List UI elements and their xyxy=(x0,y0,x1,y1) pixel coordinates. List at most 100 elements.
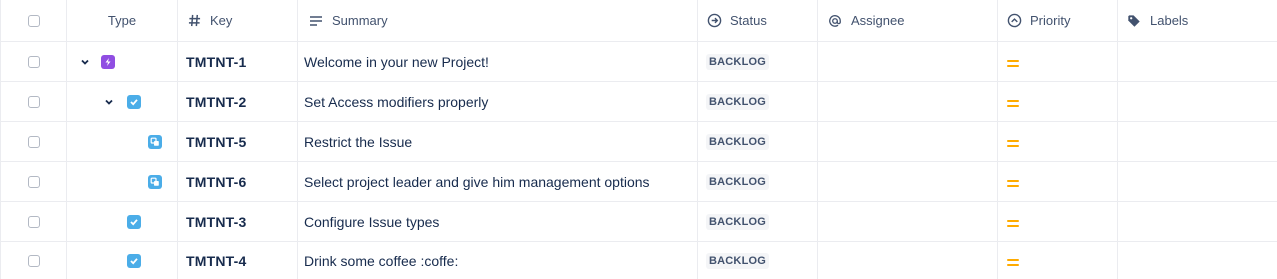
labels-cell[interactable] xyxy=(1118,242,1277,279)
row-select-cell[interactable] xyxy=(1,202,67,241)
assignee-cell[interactable] xyxy=(818,122,998,161)
issue-key[interactable]: TMTNT-6 xyxy=(186,174,247,190)
chevron-down-icon[interactable] xyxy=(78,55,92,69)
priority-medium-icon xyxy=(1007,97,1019,109)
subtask-icon xyxy=(148,134,162,149)
priority-medium-icon xyxy=(1007,137,1019,149)
type-cell xyxy=(67,122,178,161)
summary-cell[interactable]: Set Access modifiers properly xyxy=(298,82,698,121)
text-lines-icon xyxy=(308,13,324,29)
type-cell xyxy=(67,242,178,279)
issue-summary[interactable]: Drink some coffee :coffe: xyxy=(304,253,458,269)
issue-key[interactable]: TMTNT-2 xyxy=(186,94,247,110)
type-cell xyxy=(67,82,178,121)
chevron-down-icon[interactable] xyxy=(102,95,116,109)
issue-summary[interactable]: Set Access modifiers properly xyxy=(304,94,488,110)
summary-cell[interactable]: Configure Issue types xyxy=(298,202,698,241)
priority-cell[interactable] xyxy=(998,162,1118,201)
priority-cell[interactable] xyxy=(998,122,1118,161)
at-sign-icon xyxy=(827,13,843,29)
row-select-cell[interactable] xyxy=(1,242,67,279)
priority-cell[interactable] xyxy=(998,82,1118,121)
task-icon xyxy=(127,253,141,268)
table-row[interactable]: TMTNT-6 Select project leader and give h… xyxy=(1,162,1277,202)
header-priority[interactable]: Priority xyxy=(998,0,1118,41)
row-checkbox[interactable] xyxy=(27,95,40,108)
assignee-cell[interactable] xyxy=(818,42,998,81)
row-checkbox[interactable] xyxy=(27,254,40,267)
key-cell[interactable]: TMTNT-1 xyxy=(178,42,298,81)
assignee-cell[interactable] xyxy=(818,162,998,201)
status-cell[interactable]: BACKLOG xyxy=(698,242,818,279)
header-assignee[interactable]: Assignee xyxy=(818,0,998,41)
key-cell[interactable]: TMTNT-5 xyxy=(178,122,298,161)
key-cell[interactable]: TMTNT-3 xyxy=(178,202,298,241)
assignee-cell[interactable] xyxy=(818,242,998,279)
arrow-circle-icon xyxy=(706,13,722,29)
issue-summary[interactable]: Configure Issue types xyxy=(304,214,439,230)
row-select-cell[interactable] xyxy=(1,122,67,161)
hash-icon xyxy=(186,13,202,29)
labels-cell[interactable] xyxy=(1118,162,1277,201)
priority-cell[interactable] xyxy=(998,42,1118,81)
summary-cell[interactable]: Welcome in your new Project! xyxy=(298,42,698,81)
header-labels[interactable]: Labels xyxy=(1118,0,1277,41)
labels-cell[interactable] xyxy=(1118,42,1277,81)
header-summary[interactable]: Summary xyxy=(298,0,698,41)
status-badge[interactable]: BACKLOG xyxy=(706,173,770,190)
status-badge[interactable]: BACKLOG xyxy=(706,133,770,150)
key-cell[interactable]: TMTNT-2 xyxy=(178,82,298,121)
row-select-cell[interactable] xyxy=(1,82,67,121)
priority-medium-icon xyxy=(1007,256,1019,268)
summary-cell[interactable]: Drink some coffee :coffe: xyxy=(298,242,698,279)
row-checkbox[interactable] xyxy=(27,135,40,148)
issue-summary[interactable]: Select project leader and give him manag… xyxy=(304,174,650,190)
status-badge[interactable]: BACKLOG xyxy=(706,213,770,230)
assignee-cell[interactable] xyxy=(818,202,998,241)
summary-cell[interactable]: Restrict the Issue xyxy=(298,122,698,161)
priority-cell[interactable] xyxy=(998,202,1118,241)
summary-cell[interactable]: Select project leader and give him manag… xyxy=(298,162,698,201)
table-row[interactable]: TMTNT-5 Restrict the Issue BACKLOG xyxy=(1,122,1277,162)
issue-key[interactable]: TMTNT-5 xyxy=(186,134,247,150)
header-type[interactable]: Type xyxy=(67,0,178,41)
table-row[interactable]: TMTNT-1 Welcome in your new Project! BAC… xyxy=(1,42,1277,82)
issue-summary[interactable]: Restrict the Issue xyxy=(304,134,412,150)
row-checkbox[interactable] xyxy=(27,55,40,68)
priority-medium-icon xyxy=(1007,177,1019,189)
select-all-checkbox[interactable] xyxy=(27,14,40,27)
row-checkbox[interactable] xyxy=(27,215,40,228)
status-cell[interactable]: BACKLOG xyxy=(698,42,818,81)
issue-key[interactable]: TMTNT-1 xyxy=(186,54,247,70)
labels-cell[interactable] xyxy=(1118,82,1277,121)
row-select-cell[interactable] xyxy=(1,162,67,201)
table-row[interactable]: TMTNT-2 Set Access modifiers properly BA… xyxy=(1,82,1277,122)
status-badge[interactable]: BACKLOG xyxy=(706,93,770,110)
key-cell[interactable]: TMTNT-6 xyxy=(178,162,298,201)
status-cell[interactable]: BACKLOG xyxy=(698,122,818,161)
issue-key[interactable]: TMTNT-3 xyxy=(186,214,247,230)
assignee-cell[interactable] xyxy=(818,82,998,121)
status-badge[interactable]: BACKLOG xyxy=(706,252,770,269)
header-summary-label: Summary xyxy=(332,13,388,28)
row-checkbox[interactable] xyxy=(27,175,40,188)
type-cell xyxy=(67,202,178,241)
header-select-cell[interactable] xyxy=(1,0,67,41)
table-row[interactable]: TMTNT-4 Drink some coffee :coffe: BACKLO… xyxy=(1,242,1277,279)
status-cell[interactable]: BACKLOG xyxy=(698,162,818,201)
issue-summary[interactable]: Welcome in your new Project! xyxy=(304,54,489,70)
issue-key[interactable]: TMTNT-4 xyxy=(186,253,247,269)
labels-cell[interactable] xyxy=(1118,202,1277,241)
status-cell[interactable]: BACKLOG xyxy=(698,202,818,241)
status-cell[interactable]: BACKLOG xyxy=(698,82,818,121)
row-select-cell[interactable] xyxy=(1,42,67,81)
labels-cell[interactable] xyxy=(1118,122,1277,161)
subtask-icon xyxy=(148,174,162,189)
key-cell[interactable]: TMTNT-4 xyxy=(178,242,298,279)
table-row[interactable]: TMTNT-3 Configure Issue types BACKLOG xyxy=(1,202,1277,242)
status-badge[interactable]: BACKLOG xyxy=(706,53,770,70)
priority-cell[interactable] xyxy=(998,242,1118,279)
header-key[interactable]: Key xyxy=(178,0,298,41)
header-status[interactable]: Status xyxy=(698,0,818,41)
priority-medium-icon xyxy=(1007,217,1019,229)
